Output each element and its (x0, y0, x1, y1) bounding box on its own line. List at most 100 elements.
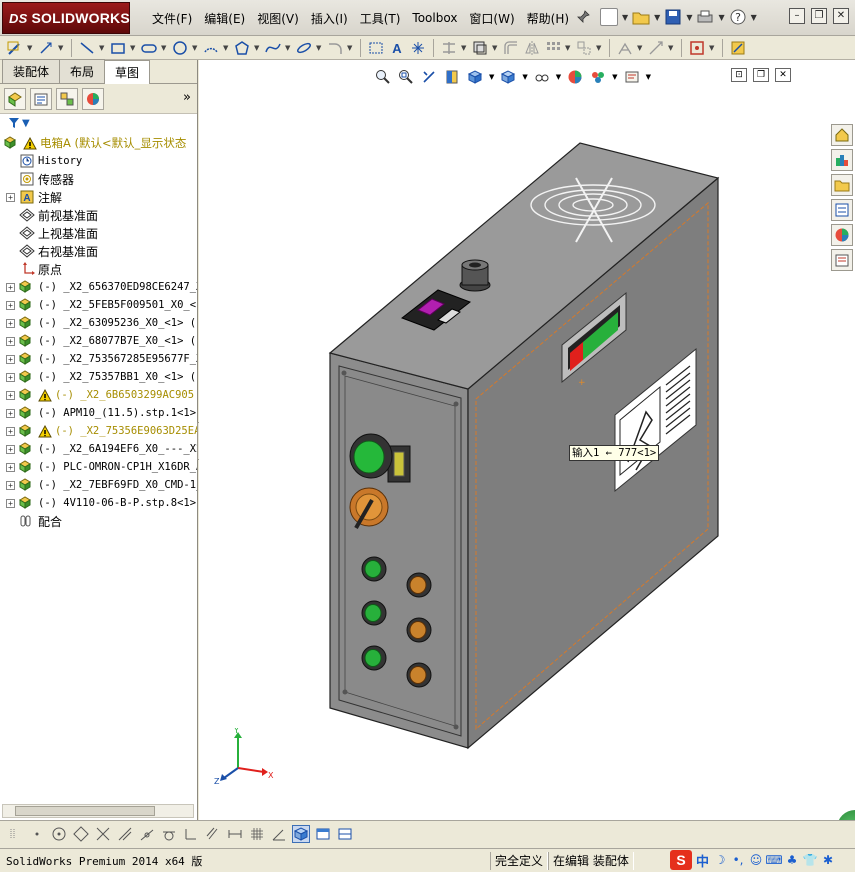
more-tabs-icon[interactable]: » (183, 90, 191, 105)
open-folder-icon[interactable] (632, 8, 650, 26)
chevron-down-icon[interactable]: ▼ (522, 73, 527, 81)
close-button[interactable]: ✕ (833, 8, 849, 24)
tree-item[interactable]: + (-) _X2_75356E9063D25EA (0, 422, 197, 440)
menu-edit[interactable]: 编辑(E) (198, 10, 251, 27)
chevron-down-icon[interactable]: ▼ (285, 44, 292, 52)
ellipse-icon[interactable] (295, 39, 313, 57)
tree-item[interactable]: + A 注解 (0, 188, 197, 206)
smart-dimension-icon[interactable] (37, 39, 55, 57)
apply-scene-icon[interactable] (589, 68, 607, 86)
tree-item[interactable]: 右视基准面 (0, 242, 197, 260)
expand-icon[interactable]: + (6, 462, 15, 472)
tree-item[interactable]: + (-) 4V110-06-B-P.stp.8<1> (0, 494, 197, 512)
tree-item[interactable]: + (-) APM10_(11.5).stp.1<1> (0, 404, 197, 422)
tree-item[interactable]: 前视基准面 (0, 206, 197, 224)
chevron-down-icon[interactable]: ▼ (316, 44, 323, 52)
expand-icon[interactable]: + (6, 282, 15, 292)
tree-item[interactable]: + (-) _X2_6B6503299AC905 (0, 386, 197, 404)
tree-item[interactable]: 原点 (0, 260, 197, 278)
chevron-down-icon[interactable]: ▼ (751, 13, 757, 22)
tree-item[interactable]: History (0, 152, 197, 170)
tree-item[interactable]: + (-) _X2_5FEB5F009501_X0_<1> (0, 296, 197, 314)
display-relations-icon[interactable] (616, 39, 634, 57)
expand-icon[interactable]: + (6, 300, 15, 310)
sketch-icon[interactable] (6, 39, 24, 57)
chevron-down-icon[interactable]: ▼ (612, 73, 617, 81)
tree-item[interactable]: 传感器 (0, 170, 197, 188)
chevron-down-icon[interactable]: ▼ (668, 44, 675, 52)
skin-icon[interactable]: ♣ (785, 853, 799, 867)
print-icon[interactable] (696, 8, 714, 26)
tree-filter[interactable]: ▼ (0, 114, 197, 132)
tangent-snap-icon[interactable] (160, 825, 178, 843)
intersection-snap-icon[interactable] (116, 825, 134, 843)
expand-icon[interactable]: + (6, 336, 15, 346)
home-icon[interactable] (831, 124, 853, 146)
chevron-down-icon[interactable]: ▼ (161, 44, 168, 52)
menu-tools[interactable]: 工具(T) (354, 10, 407, 27)
nearest-snap-icon[interactable] (138, 825, 156, 843)
expand-icon[interactable]: + (6, 426, 15, 436)
chevron-down-icon[interactable]: ▼ (192, 44, 199, 52)
sogou-logo-icon[interactable]: S (670, 850, 692, 870)
chevron-down-icon[interactable]: ▼ (637, 44, 644, 52)
quick-snaps-icon[interactable] (688, 39, 706, 57)
expand-icon[interactable]: + (6, 372, 15, 382)
pin-icon[interactable] (576, 10, 590, 24)
shirt-icon[interactable]: 👕 (803, 853, 818, 867)
fillet-icon[interactable] (326, 39, 344, 57)
display-manager-icon[interactable] (82, 87, 104, 110)
tree-item[interactable]: + (-) _X2_6A194EF6_X0_---_X2 (0, 440, 197, 458)
zoom-to-area-icon[interactable] (397, 68, 415, 86)
chevron-down-icon[interactable]: ▼ (556, 73, 561, 81)
chevron-down-icon[interactable]: ▼ (492, 44, 499, 52)
custom-properties-icon[interactable] (831, 249, 853, 271)
rapid-sketch-icon[interactable] (729, 39, 747, 57)
design-library-icon[interactable] (831, 149, 853, 171)
graphics-area[interactable]: + ▼ ▼ ▼ ▼ ▼ ⊡ ❐ ✕ 输入1 ← 777<1> Y X Z (199, 60, 855, 820)
chevron-down-icon[interactable]: ▼ (718, 13, 724, 22)
model-view[interactable]: + (199, 60, 855, 820)
expand-icon[interactable]: + (6, 390, 15, 400)
minimize-button[interactable]: – (789, 8, 805, 24)
solidworks-logo[interactable]: DS SOLIDWORKS (2, 2, 130, 34)
help-icon[interactable]: ? (729, 8, 747, 26)
view-orientation-icon[interactable] (466, 68, 484, 86)
two-view-icon[interactable] (336, 825, 354, 843)
chevron-down-icon[interactable]: ▼ (254, 44, 261, 52)
tools-icon[interactable]: ✱ (821, 853, 835, 867)
expand-icon[interactable]: + (6, 354, 15, 364)
menu-help[interactable]: 帮助(H) (521, 10, 575, 27)
tree-horizontal-scrollbar[interactable] (2, 804, 194, 818)
single-view-icon[interactable] (314, 825, 332, 843)
angle-snap-icon[interactable] (270, 825, 288, 843)
chevron-down-icon[interactable]: ▼ (646, 73, 651, 81)
expand-icon[interactable]: + (6, 498, 15, 508)
plane-icon[interactable] (367, 39, 385, 57)
tab-layout[interactable]: 布局 (59, 59, 106, 83)
chevron-down-icon[interactable]: ▼ (686, 13, 692, 22)
point-snap-icon[interactable] (28, 825, 46, 843)
chevron-down-icon[interactable]: ▼ (130, 44, 137, 52)
menu-insert[interactable]: 插入(I) (305, 10, 354, 27)
repair-sketch-icon[interactable] (647, 39, 665, 57)
file-explorer-icon[interactable] (831, 174, 853, 196)
punctuation-icon[interactable]: •, (731, 853, 745, 867)
chevron-down-icon[interactable]: ▼ (99, 44, 106, 52)
chevron-down-icon[interactable]: ▼ (347, 44, 354, 52)
tree-root-assembly[interactable]: 电箱A (默认<默认_显示状态 (0, 134, 197, 152)
spline-icon[interactable] (264, 39, 282, 57)
convert-entities-icon[interactable] (471, 39, 489, 57)
arc-icon[interactable] (202, 39, 220, 57)
tab-assembly[interactable]: 装配体 (2, 59, 61, 83)
tree-item[interactable]: 配合 (0, 512, 197, 530)
new-document-icon[interactable] (600, 8, 618, 26)
midpoint-snap-icon[interactable] (72, 825, 90, 843)
menu-toolbox[interactable]: Toolbox (406, 11, 463, 25)
trim-icon[interactable] (440, 39, 458, 57)
expand-icon[interactable]: + (6, 318, 15, 328)
menu-window[interactable]: 窗口(W) (463, 10, 520, 27)
menu-view[interactable]: 视图(V) (251, 10, 305, 27)
previous-view-icon[interactable] (420, 68, 438, 86)
perpendicular-snap-icon[interactable] (182, 825, 200, 843)
